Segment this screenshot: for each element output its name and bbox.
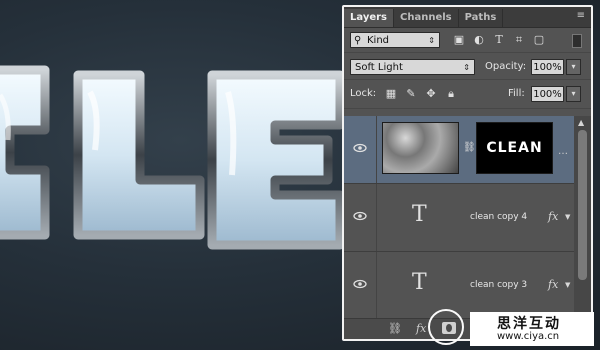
opacity-dropdown-button[interactable]: ▾	[566, 59, 581, 75]
fill-field[interactable]: 100%	[531, 86, 564, 102]
tab-paths[interactable]: Paths	[459, 9, 504, 27]
effects-expand-arrow-icon[interactable]: ▼	[565, 213, 570, 221]
visibility-eye-icon[interactable]	[352, 276, 368, 292]
add-style-icon[interactable]: fx	[416, 322, 426, 335]
highlight-circle	[428, 309, 464, 345]
watermark-url: www.ciya.cn	[497, 331, 560, 342]
layers-panel: Layers Channels Paths ≡ ⚲ Kind ⇕ ▣ ◐ T ⌗…	[342, 5, 593, 341]
layer-effects-icon[interactable]: fx	[548, 210, 558, 223]
fill-dropdown-button[interactable]: ▾	[566, 86, 581, 102]
lock-row: Lock: ▦ ✎ ✥ 🔒︎ Fill: 100% ▾	[344, 80, 591, 109]
text-layer-icon: T	[412, 270, 427, 295]
mask-link-icon[interactable]: ⛓	[463, 142, 476, 153]
watermark-text: 思洋互动	[497, 316, 561, 332]
lock-transparency-icon[interactable]: ▦	[384, 87, 398, 101]
layer-list: ⛓ CLEAN … T clean copy 4 fx ▼ T clean co…	[344, 116, 574, 320]
layer-row-image[interactable]: ⛓ CLEAN …	[344, 116, 574, 184]
type-filter-icon[interactable]: T	[492, 33, 506, 47]
layer-row-text[interactable]: T clean copy 3 fx ▼	[344, 252, 574, 320]
filter-kind-label: Kind	[367, 35, 390, 46]
search-icon: ⚲	[354, 35, 362, 46]
layer-effects-icon[interactable]: fx	[548, 278, 558, 291]
adjustment-filter-icon[interactable]: ◐	[472, 33, 486, 47]
shape-filter-icon[interactable]: ⌗	[512, 33, 526, 47]
dropdown-arrow-icon: ⇕	[428, 36, 435, 45]
layer-mask-thumbnail[interactable]: CLEAN	[476, 122, 553, 174]
blend-row: Soft Light ⇕ Opacity: 100% ▾	[344, 53, 591, 80]
visibility-eye-icon[interactable]	[352, 140, 368, 156]
image-filter-icon[interactable]: ▣	[452, 33, 466, 47]
lock-label: Lock:	[350, 88, 377, 99]
layer-thumbnail-clouds[interactable]	[382, 122, 459, 174]
watermark: 思洋互动 www.ciya.cn	[470, 312, 594, 346]
lock-position-icon[interactable]: ✥	[424, 87, 438, 101]
fill-label: Fill:	[508, 88, 525, 99]
scroll-up-icon[interactable]: ▲	[578, 118, 584, 127]
panel-tabs: Layers Channels Paths ≡	[344, 7, 591, 28]
more-icon: …	[558, 146, 568, 157]
layer-row-text[interactable]: T clean copy 4 fx ▼	[344, 184, 574, 252]
smart-object-filter-icon[interactable]: ▢	[532, 33, 546, 47]
text-layer-icon: T	[412, 202, 427, 227]
blend-mode-value: Soft Light	[355, 62, 403, 73]
opacity-label: Opacity:	[485, 61, 527, 72]
letter-c-outline	[0, 65, 50, 240]
letter-l-shape	[73, 70, 205, 240]
dropdown-arrow-icon: ⇕	[463, 63, 470, 72]
panel-menu-icon[interactable]: ≡	[577, 10, 585, 21]
layers-scrollbar[interactable]: ▲	[574, 116, 591, 319]
scrollbar-thumb[interactable]	[578, 130, 587, 280]
opacity-field[interactable]: 100%	[531, 59, 564, 75]
lock-all-icon[interactable]: 🔒︎	[444, 87, 458, 101]
link-layers-icon[interactable]: ⛓	[388, 322, 402, 335]
filter-toggle[interactable]	[572, 34, 582, 48]
filter-row: ⚲ Kind ⇕ ▣ ◐ T ⌗ ▢	[344, 28, 591, 53]
lock-paint-icon[interactable]: ✎	[404, 87, 418, 101]
effects-expand-arrow-icon[interactable]: ▼	[565, 281, 570, 289]
tab-channels[interactable]: Channels	[394, 9, 459, 27]
layer-name[interactable]: clean copy 4	[470, 212, 527, 222]
visibility-eye-icon[interactable]	[352, 208, 368, 224]
blend-mode-dropdown[interactable]: Soft Light ⇕	[350, 59, 475, 75]
filter-kind-dropdown[interactable]: ⚲ Kind ⇕	[350, 32, 440, 48]
tab-layers[interactable]: Layers	[344, 9, 394, 27]
layer-name[interactable]: clean copy 3	[470, 280, 527, 290]
